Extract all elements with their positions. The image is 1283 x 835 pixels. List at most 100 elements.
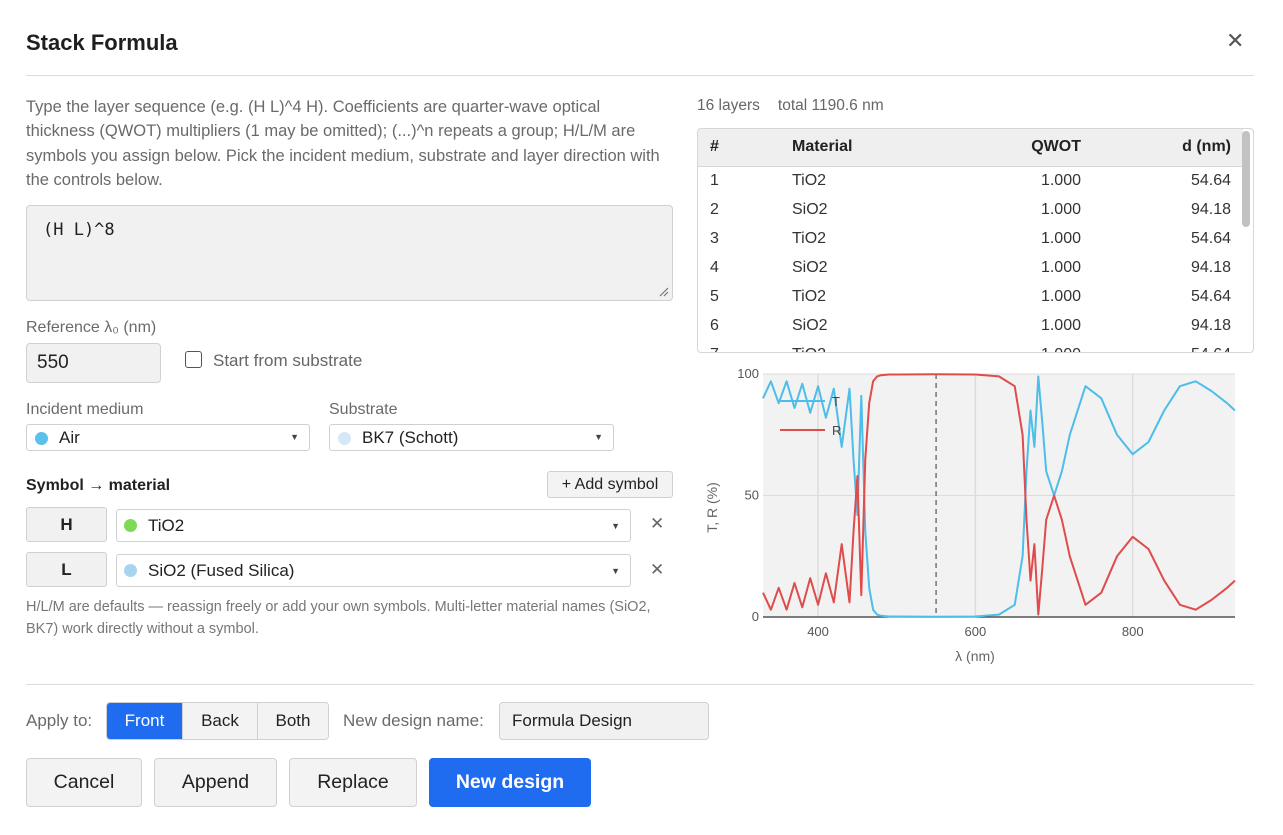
- incident-color-dot: [35, 432, 48, 445]
- symbol-l-material-value: SiO2 (Fused Silica): [148, 561, 295, 580]
- new-design-button[interactable]: New design: [429, 758, 591, 807]
- material-cell: TiO2: [780, 340, 965, 353]
- start-from-substrate-checkbox[interactable]: [185, 351, 202, 368]
- table-row[interactable]: 2 SiO2 1.000 94.18: [698, 195, 1243, 224]
- thickness-cell: 94.18: [1190, 258, 1231, 276]
- append-button[interactable]: Append: [154, 758, 277, 807]
- table-row[interactable]: 7TiO21.00054.64: [698, 340, 1243, 353]
- layer-index-cell: 7: [698, 340, 780, 353]
- legend-label-T: T: [832, 394, 840, 409]
- layer-index-cell: 5: [710, 287, 719, 305]
- resize-grip-icon[interactable]: [659, 287, 669, 297]
- table-row[interactable]: 5 TiO2 1.000 54.64: [698, 282, 1243, 311]
- apply-both-button[interactable]: Both: [258, 703, 328, 739]
- table-row[interactable]: 1 TiO2 1.000 54.64: [698, 166, 1243, 195]
- layer-index-cell: 3: [710, 229, 719, 247]
- remove-symbol-h-icon[interactable]: ✕: [650, 514, 664, 534]
- reference-input[interactable]: [26, 343, 161, 383]
- y-tick-label: 0: [752, 609, 759, 624]
- symbol-h-material-value: TiO2: [148, 516, 185, 535]
- cancel-button[interactable]: Cancel: [26, 758, 142, 807]
- symbol-note: H/L/M are defaults — reassign freely or …: [26, 599, 651, 637]
- qwot-cell: 1.000: [1040, 229, 1081, 247]
- apply-front-button[interactable]: Front: [107, 703, 183, 739]
- qwot-cell: 1.000: [1040, 287, 1081, 305]
- substrate-select[interactable]: BK7 (Schott) ▼: [329, 424, 614, 451]
- material-cell: SiO2: [792, 200, 828, 218]
- table-row[interactable]: 4 SiO2 1.000 94.18: [698, 253, 1243, 282]
- design-name-input[interactable]: [499, 702, 709, 740]
- start-from-substrate-label: Start from substrate: [213, 351, 363, 370]
- x-tick-label: 800: [1122, 624, 1144, 639]
- material-color-dot: [124, 519, 137, 532]
- symbol-h-material-select[interactable]: TiO2 ▼: [116, 509, 631, 542]
- y-axis-label: T, R (%): [704, 482, 720, 533]
- layer-table[interactable]: # Material QWOT d (nm) 1 TiO2 1.000 54.64 2 S…: [697, 128, 1254, 353]
- footer-divider: [26, 684, 1254, 685]
- substrate-color-dot: [338, 432, 351, 445]
- layer-index-cell: 2: [710, 200, 719, 218]
- column-header: #: [698, 129, 780, 167]
- symbol-h-input[interactable]: H: [26, 507, 107, 542]
- table-scrollbar[interactable]: [1242, 131, 1250, 227]
- x-tick-label: 600: [965, 624, 987, 639]
- layer-summary: 16 layers total 1190.6 nm: [697, 97, 884, 115]
- remove-symbol-l-icon[interactable]: ✕: [650, 560, 664, 580]
- material-cell: TiO2: [792, 287, 827, 305]
- thickness-cell: 54.64: [1190, 229, 1231, 247]
- layer-index-cell: 1: [710, 171, 719, 189]
- x-axis-label: λ (nm): [955, 648, 995, 664]
- material-cell: SiO2: [792, 316, 828, 334]
- chevron-down-icon: ▼: [611, 521, 620, 531]
- qwot-cell: 1.000: [1040, 258, 1081, 276]
- qwot-cell: 1.000: [1040, 316, 1081, 334]
- thickness-cell: 54.64: [1190, 287, 1231, 305]
- y-tick-label: 100: [737, 368, 759, 381]
- qwot-cell: 1.000: [1040, 171, 1081, 189]
- apply-back-button[interactable]: Back: [183, 703, 258, 739]
- dialog-title: Stack Formula: [26, 30, 178, 55]
- material-color-dot: [124, 564, 137, 577]
- symbol-section-title: Symbol → material: [26, 477, 171, 494]
- symbol-l-input[interactable]: L: [26, 552, 107, 587]
- design-name-label: New design name:: [343, 711, 484, 730]
- add-symbol-button[interactable]: + Add symbol: [547, 471, 673, 498]
- chevron-down-icon: ▼: [594, 432, 603, 442]
- header-divider: [26, 75, 1254, 76]
- apply-to-toggle[interactable]: Front Back Both: [106, 702, 329, 740]
- table-row[interactable]: 3 TiO2 1.000 54.64: [698, 224, 1243, 253]
- apply-to-label: Apply to:: [26, 711, 93, 730]
- thickness-cell: 94.18: [1190, 316, 1231, 334]
- total-thickness: total 1190.6 nm: [777, 97, 884, 114]
- replace-button[interactable]: Replace: [289, 758, 417, 807]
- symbol-l-material-select[interactable]: SiO2 (Fused Silica) ▼: [116, 554, 631, 587]
- material-cell: TiO2: [792, 229, 827, 247]
- qwot-cell: 1.000: [965, 340, 1093, 353]
- incident-medium-select[interactable]: Air ▼: [26, 424, 310, 451]
- incident-medium-value: Air: [59, 428, 80, 447]
- table-row[interactable]: 6 SiO2 1.000 94.18: [698, 311, 1243, 340]
- close-icon[interactable]: ✕: [1226, 30, 1244, 52]
- legend-label-R: R: [832, 423, 841, 438]
- chevron-down-icon: ▼: [611, 566, 620, 576]
- formula-input[interactable]: (H L)^8: [26, 205, 673, 301]
- incident-medium-label: Incident medium: [26, 401, 144, 418]
- column-header: d (nm): [1093, 129, 1243, 167]
- thickness-cell: 54.64: [1093, 340, 1243, 353]
- layer-count: 16 layers: [697, 97, 760, 114]
- table-header-row: # Material QWOT d (nm): [698, 129, 1243, 167]
- spectrum-chart: 400 600 800 0 50 100 λ (nm) T, R (%) TR: [704, 368, 1236, 664]
- thickness-cell: 94.18: [1190, 200, 1231, 218]
- substrate-label: Substrate: [329, 401, 398, 418]
- material-cell: SiO2: [792, 258, 828, 276]
- x-tick-label: 400: [807, 624, 829, 639]
- help-text: Type the layer sequence (e.g. (H L)^4 H)…: [26, 98, 660, 190]
- column-header: Material: [780, 129, 965, 167]
- layer-index-cell: 4: [710, 258, 719, 276]
- qwot-cell: 1.000: [1040, 200, 1081, 218]
- chevron-down-icon: ▼: [290, 432, 299, 442]
- y-tick-label: 50: [745, 488, 759, 503]
- substrate-value: BK7 (Schott): [362, 428, 459, 447]
- reference-label: Reference λ₀ (nm): [26, 319, 157, 336]
- column-header: QWOT: [965, 129, 1093, 167]
